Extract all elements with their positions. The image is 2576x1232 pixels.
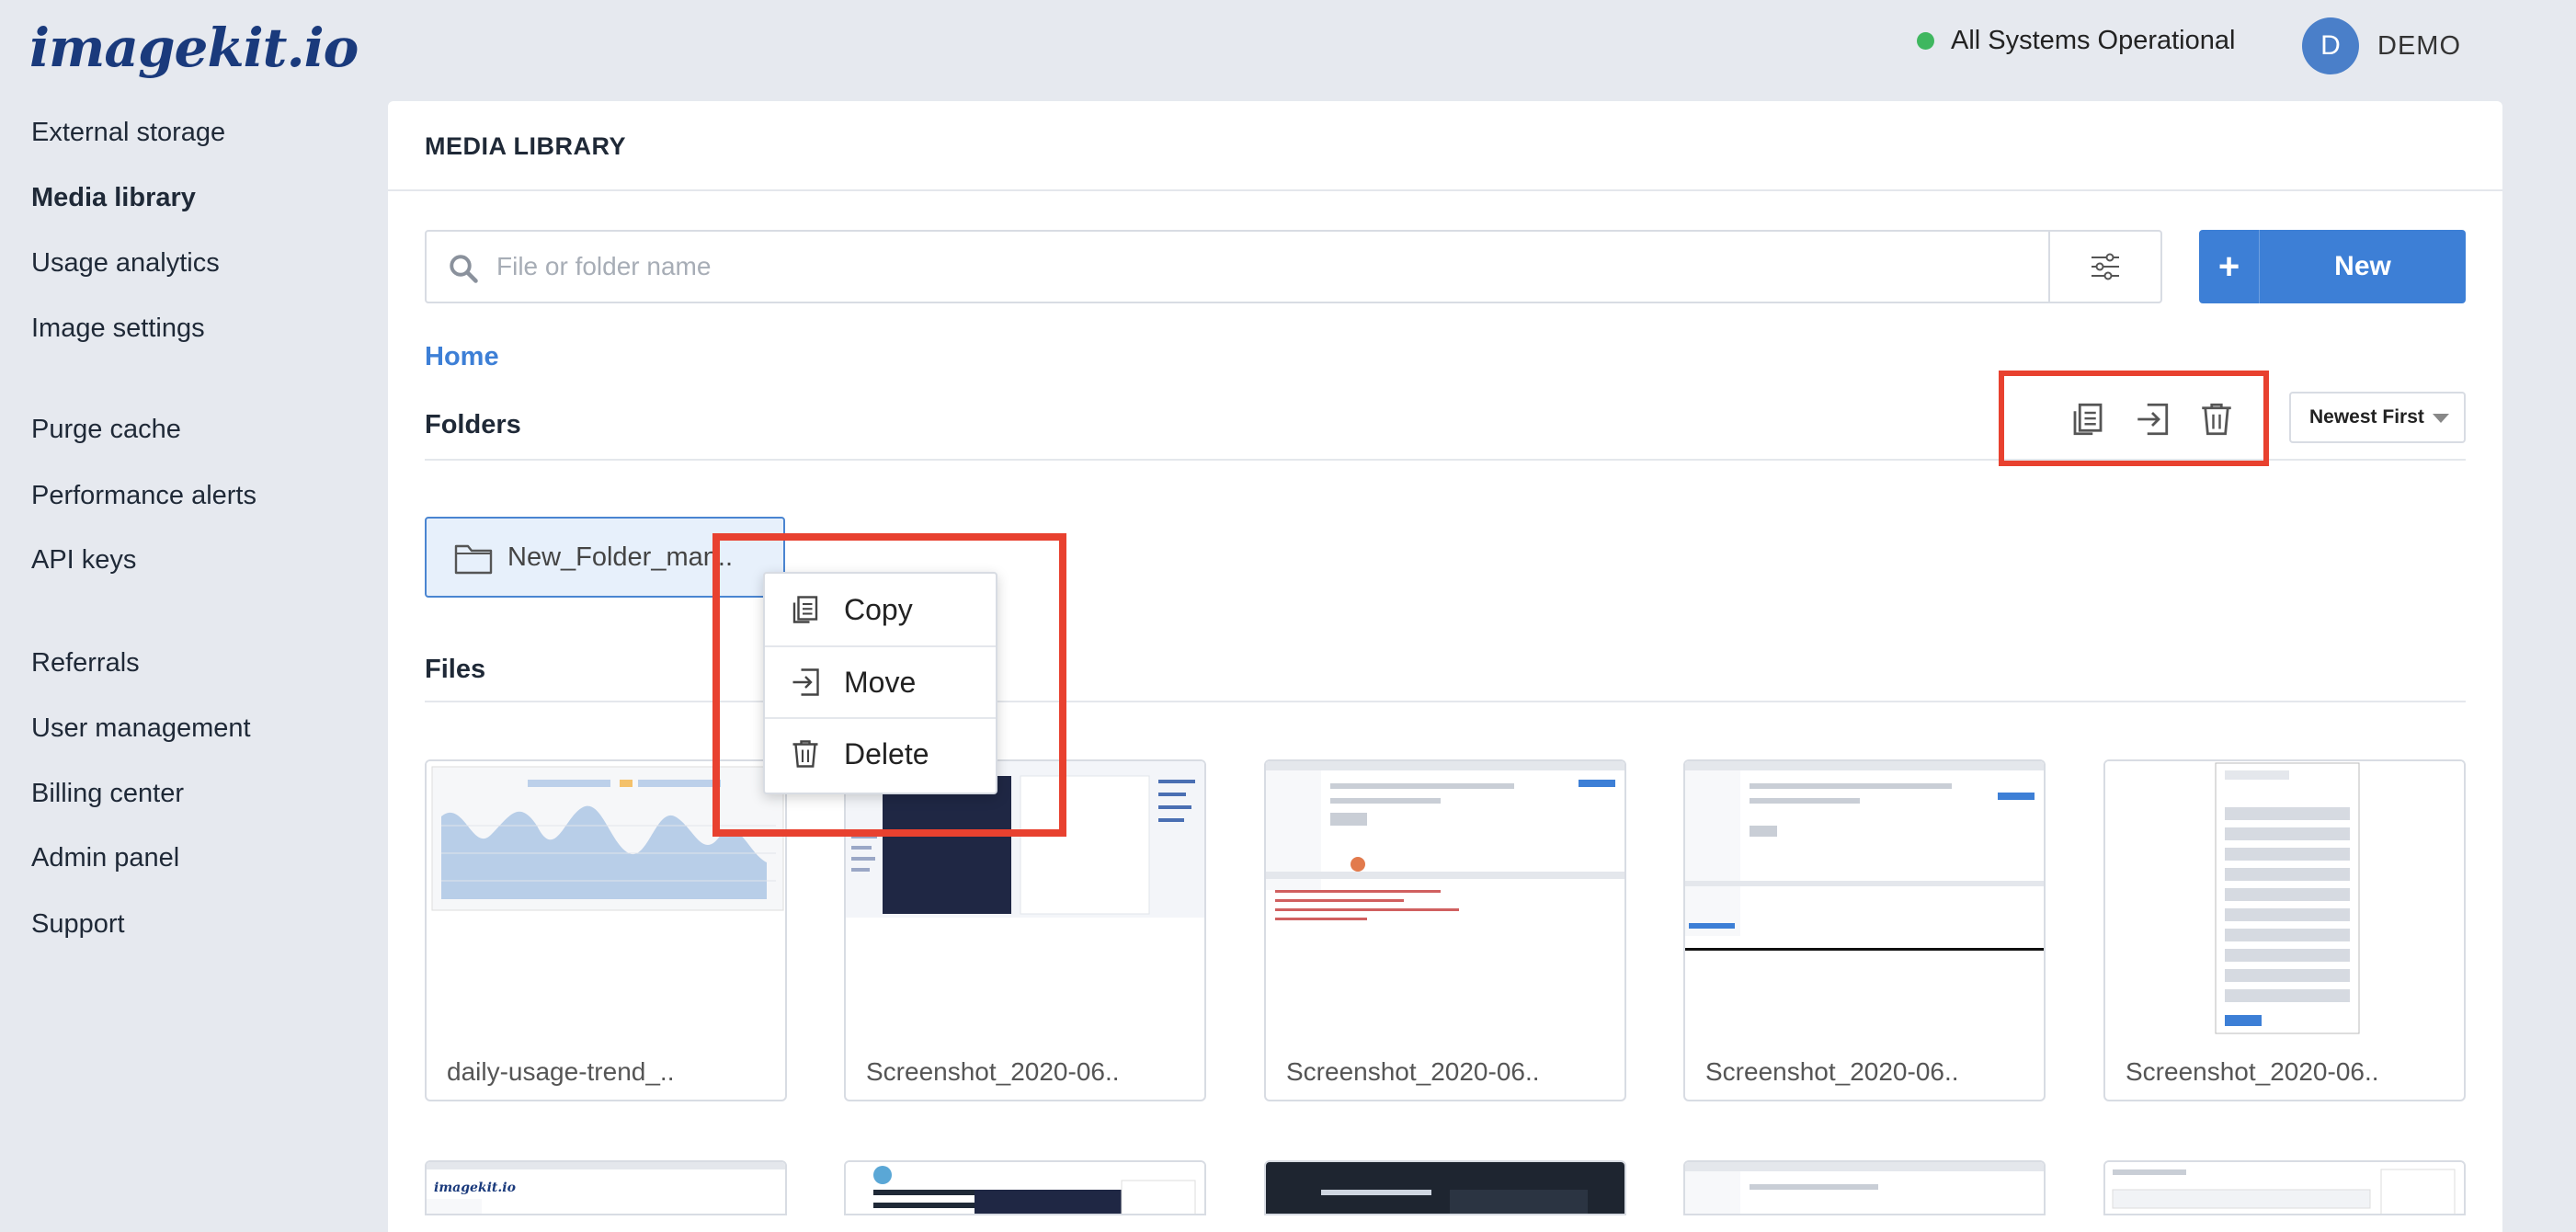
copy-icon bbox=[792, 596, 818, 623]
menu-item-copy[interactable]: Copy bbox=[765, 574, 996, 645]
file-name: Screenshot_2020-06.. bbox=[1705, 1057, 1959, 1086]
divider bbox=[425, 701, 2466, 702]
menu-item-move[interactable]: Move bbox=[765, 645, 996, 717]
new-button[interactable]: + New bbox=[2199, 230, 2466, 303]
bulk-actions-highlight bbox=[1999, 371, 2269, 466]
menu-label: Copy bbox=[844, 592, 913, 626]
folder-name: New_Folder_man.. bbox=[507, 542, 733, 572]
plus-icon: + bbox=[2199, 230, 2260, 303]
sort-label: Newest First bbox=[2309, 406, 2424, 428]
menu-item-delete[interactable]: Delete bbox=[765, 717, 996, 789]
move-icon bbox=[792, 668, 819, 696]
media-library-panel: MEDIA LIBRARY + New Home Folders New_Fol… bbox=[388, 101, 2502, 1232]
folder-icon bbox=[454, 544, 493, 575]
sidebar-item-media-library[interactable]: Media library bbox=[31, 183, 196, 213]
file-card[interactable] bbox=[2103, 1160, 2466, 1215]
breadcrumb-home[interactable]: Home bbox=[425, 342, 499, 372]
sidebar-item-admin-panel[interactable]: Admin panel bbox=[31, 843, 179, 873]
sidebar-item-performance-alerts[interactable]: Performance alerts bbox=[31, 481, 256, 511]
status-text: All Systems Operational bbox=[1951, 26, 2236, 55]
file-name: Screenshot_2020-06.. bbox=[2126, 1057, 2379, 1086]
sort-dropdown[interactable]: Newest First bbox=[2289, 392, 2466, 443]
chevron-down-icon bbox=[2433, 414, 2449, 423]
sliders-icon bbox=[2092, 253, 2119, 280]
user-name: DEMO bbox=[2377, 30, 2461, 61]
sidebar-item-billing-center[interactable]: Billing center bbox=[31, 779, 184, 809]
file-thumbnail bbox=[2105, 761, 2464, 1037]
file-card[interactable]: Screenshot_2020-06.. bbox=[2103, 759, 2466, 1101]
folders-heading: Folders bbox=[425, 410, 521, 439]
svg-text:imagekit.io: imagekit.io bbox=[434, 1181, 516, 1195]
file-thumbnail bbox=[1685, 761, 2044, 954]
file-name: Screenshot_2020-06.. bbox=[1286, 1057, 1540, 1086]
page-title: MEDIA LIBRARY bbox=[425, 132, 626, 160]
file-card[interactable] bbox=[844, 1160, 1206, 1215]
context-menu: Copy Move Delete bbox=[763, 572, 997, 794]
imagekit-logo[interactable]: imagekit.io bbox=[29, 17, 359, 79]
filter-button[interactable] bbox=[2048, 232, 2160, 302]
file-card[interactable] bbox=[1683, 1160, 2046, 1215]
search-icon bbox=[450, 255, 478, 283]
file-card[interactable]: imagekit.io bbox=[425, 1160, 787, 1215]
sidebar-item-support[interactable]: Support bbox=[31, 909, 125, 940]
sidebar-item-usage-analytics[interactable]: Usage analytics bbox=[31, 248, 220, 279]
menu-label: Move bbox=[844, 665, 917, 699]
move-icon[interactable] bbox=[2133, 400, 2171, 439]
avatar: D bbox=[2302, 17, 2359, 74]
folder-item[interactable]: New_Folder_man.. bbox=[425, 517, 785, 598]
system-status[interactable]: All Systems Operational bbox=[1917, 26, 2235, 56]
copy-icon[interactable] bbox=[2069, 400, 2107, 439]
sidebar-item-api-keys[interactable]: API keys bbox=[31, 545, 136, 576]
menu-label: Delete bbox=[844, 736, 929, 770]
user-menu[interactable]: D DEMO bbox=[2302, 17, 2461, 74]
files-heading: Files bbox=[425, 655, 486, 684]
trash-icon bbox=[792, 740, 818, 768]
sidebar-item-image-settings[interactable]: Image settings bbox=[31, 314, 205, 344]
file-thumbnail bbox=[427, 761, 785, 954]
sidebar-item-user-management[interactable]: User management bbox=[31, 713, 251, 744]
new-button-label: New bbox=[2334, 251, 2391, 281]
file-card[interactable]: Screenshot_2020-06.. bbox=[844, 759, 1206, 1101]
file-card[interactable]: Screenshot_2020-06.. bbox=[1264, 759, 1626, 1101]
sidebar-item-external-storage[interactable]: External storage bbox=[31, 118, 225, 148]
sidebar-item-purge-cache[interactable]: Purge cache bbox=[31, 415, 181, 445]
trash-icon[interactable] bbox=[2197, 400, 2236, 439]
status-indicator-icon bbox=[1917, 32, 1934, 50]
file-card[interactable]: daily-usage-trend_.. bbox=[425, 759, 787, 1101]
file-name: daily-usage-trend_.. bbox=[447, 1057, 675, 1086]
search-input[interactable] bbox=[496, 243, 2059, 291]
file-card[interactable]: Screenshot_2020-06.. bbox=[1683, 759, 2046, 1101]
file-name: Screenshot_2020-06.. bbox=[866, 1057, 1120, 1086]
panel-header: MEDIA LIBRARY bbox=[388, 101, 2502, 191]
sidebar-item-referrals[interactable]: Referrals bbox=[31, 648, 140, 679]
file-thumbnail bbox=[1266, 761, 1624, 954]
search-box bbox=[425, 230, 2162, 303]
file-card[interactable] bbox=[1264, 1160, 1626, 1215]
